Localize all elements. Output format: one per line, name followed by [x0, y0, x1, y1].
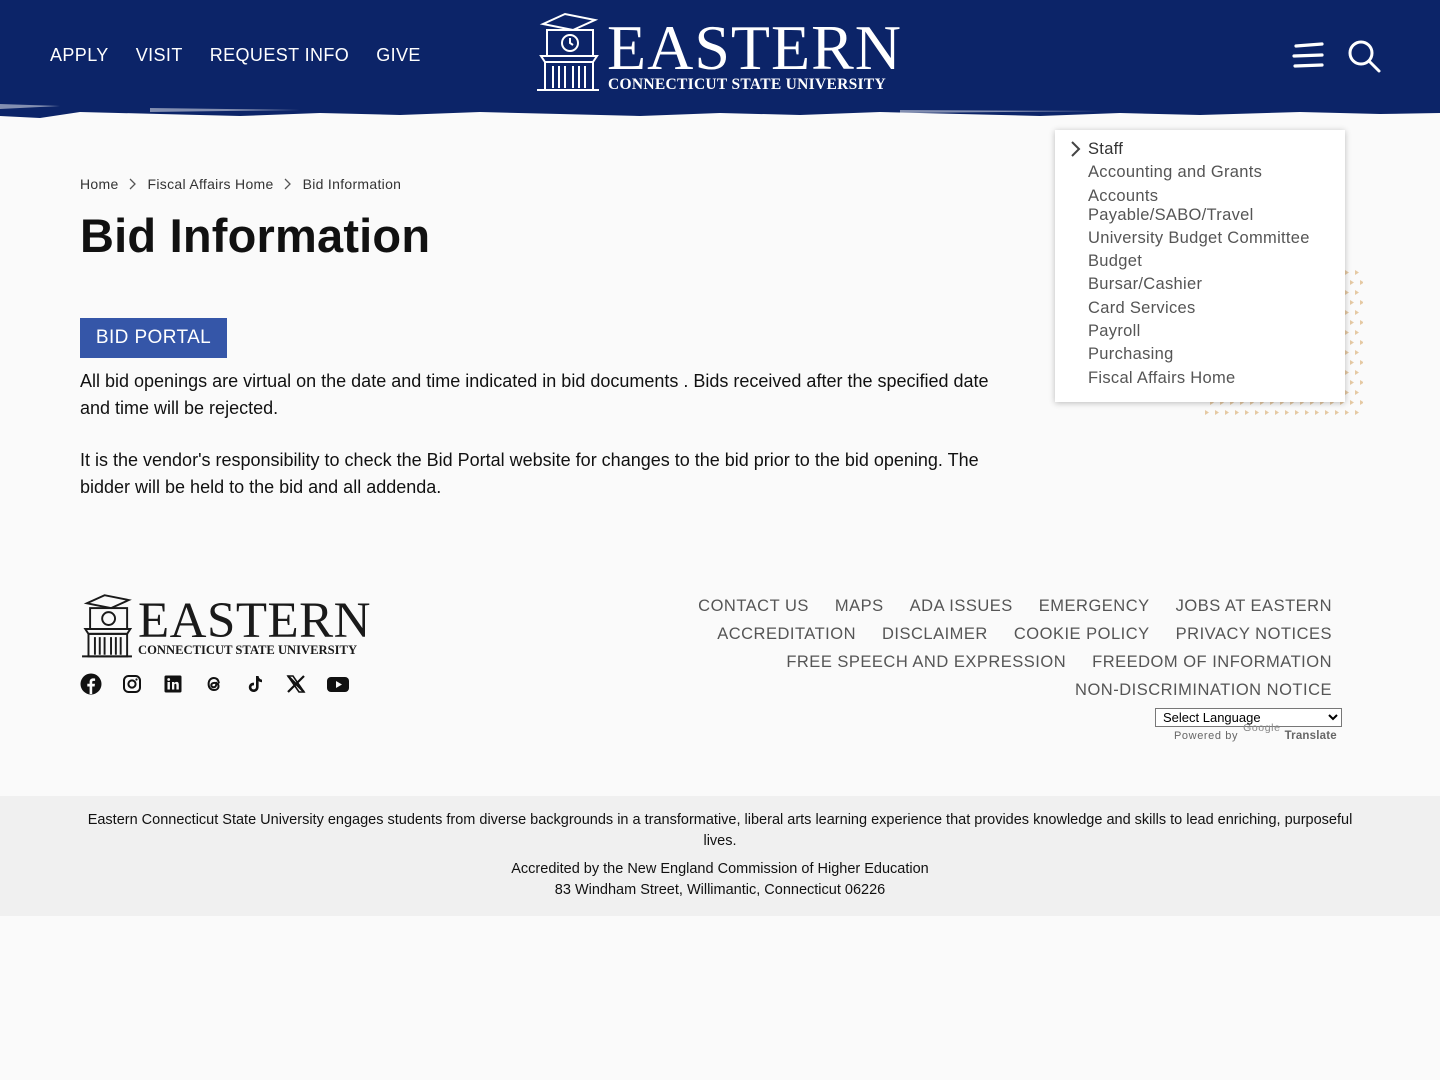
footer-link-accreditation[interactable]: ACCREDITATION: [717, 624, 856, 652]
chevron-right-icon: [129, 178, 136, 190]
footer-logo-subtitle: CONNECTICUT STATE UNIVERSITY: [138, 643, 358, 657]
page-title: Bid Information: [80, 209, 431, 262]
vendor-responsibility-paragraph: It is the vendor's responsibility to che…: [80, 450, 979, 497]
side-menu-item-accounting-grants[interactable]: Accounting and Grants: [1088, 163, 1338, 182]
logo-subtitle: CONNECTICUT STATE UNIVERSITY: [608, 76, 886, 93]
breadcrumb-current: Bid Information: [302, 176, 402, 192]
nav-visit[interactable]: VISIT: [136, 44, 183, 66]
side-menu-item-budget-committee[interactable]: University Budget Committee: [1088, 229, 1338, 248]
threads-icon[interactable]: [203, 673, 225, 695]
breadcrumb-fiscal-affairs-home[interactable]: Fiscal Affairs Home: [148, 176, 274, 192]
nav-request-info[interactable]: REQUEST INFO: [210, 44, 349, 66]
side-menu-item-accounts-payable[interactable]: Accounts Payable/SABO/Travel: [1088, 187, 1278, 225]
footer-link-emergency[interactable]: EMERGENCY: [1039, 596, 1150, 624]
footer-link-freedom-of-information[interactable]: FREEDOM OF INFORMATION: [1092, 652, 1332, 680]
facebook-icon[interactable]: [80, 673, 102, 695]
social-links: [80, 673, 367, 695]
x-icon[interactable]: [285, 673, 307, 695]
section-side-menu: Staff Accounting and Grants Accounts Pay…: [1055, 130, 1345, 402]
bid-openings-paragraph: All bid openings are virtual on the date…: [80, 371, 989, 418]
nav-apply[interactable]: APPLY: [50, 44, 109, 66]
top-nav: APPLY VISIT REQUEST INFO GIVE: [50, 44, 421, 66]
footer-links-row: NON-DISCRIMINATION NOTICE: [698, 680, 1332, 708]
youtube-icon[interactable]: [326, 673, 349, 695]
footer-link-maps[interactable]: MAPS: [835, 596, 884, 624]
footer-link-cookie-policy[interactable]: COOKIE POLICY: [1014, 624, 1150, 652]
footer-link-privacy-notices[interactable]: PRIVACY NOTICES: [1176, 624, 1332, 652]
site-logo[interactable]: EASTERN CONNECTICUT STATE UNIVERSITY: [535, 10, 901, 94]
instagram-icon[interactable]: [121, 673, 143, 695]
side-menu-item-payroll[interactable]: Payroll: [1088, 322, 1338, 341]
side-menu-item-purchasing[interactable]: Purchasing: [1088, 345, 1338, 364]
side-menu-item-bursar-cashier[interactable]: Bursar/Cashier: [1088, 275, 1338, 294]
footer-link-non-discrimination[interactable]: NON-DISCRIMINATION NOTICE: [1075, 680, 1332, 708]
clocktower-icon: [82, 594, 133, 658]
clocktower-icon: [537, 12, 599, 91]
side-menu-list: Staff Accounting and Grants Accounts Pay…: [1088, 140, 1338, 392]
footer-logo-wordmark: EASTERN: [138, 593, 371, 649]
side-menu-item-fiscal-affairs-home[interactable]: Fiscal Affairs Home: [1088, 369, 1338, 388]
footer-link-contact-us[interactable]: CONTACT US: [698, 596, 809, 624]
footer-link-jobs[interactable]: JOBS AT EASTERN: [1176, 596, 1332, 624]
hamburger-icon[interactable]: [1290, 38, 1326, 74]
footer-link-ada-issues[interactable]: ADA ISSUES: [910, 596, 1013, 624]
translate-link[interactable]: Translate: [1285, 730, 1337, 742]
linkedin-icon[interactable]: [162, 673, 184, 695]
footer-link-free-speech[interactable]: FREE SPEECH AND EXPRESSION: [786, 652, 1066, 680]
side-menu-item-card-services[interactable]: Card Services: [1088, 299, 1338, 318]
footer-links-row: ACCREDITATION DISCLAIMER COOKIE POLICY P…: [698, 624, 1332, 652]
footer-links-row: CONTACT US MAPS ADA ISSUES EMERGENCY JOB…: [698, 596, 1332, 624]
side-menu-item-staff[interactable]: Staff: [1088, 140, 1338, 159]
search-icon[interactable]: [1346, 38, 1382, 74]
chevron-right-icon: [1071, 141, 1081, 157]
chevron-right-icon: [284, 178, 291, 190]
bid-portal-button[interactable]: BID PORTAL: [80, 318, 227, 358]
mission-banner: Eastern Connecticut State University eng…: [0, 796, 1440, 916]
accreditation-statement: Accredited by the New England Commission…: [511, 861, 929, 877]
footer-links: CONTACT US MAPS ADA ISSUES EMERGENCY JOB…: [698, 596, 1332, 708]
google-translate-attribution: Powered by Google Translate: [1174, 722, 1337, 742]
footer-link-disclaimer[interactable]: DISCLAIMER: [882, 624, 988, 652]
tiktok-icon[interactable]: [244, 673, 266, 695]
footer-logo[interactable]: EASTERN CONNECTICUT STATE UNIVERSITY: [80, 592, 371, 662]
nav-give[interactable]: GIVE: [376, 44, 421, 66]
breadcrumb: Home Fiscal Affairs Home Bid Information: [80, 176, 401, 192]
logo-wordmark: EASTERN: [607, 12, 902, 83]
powered-by-label: Powered by: [1174, 730, 1239, 742]
side-menu-item-budget[interactable]: Budget: [1088, 252, 1338, 271]
google-logo: Google: [1243, 722, 1281, 734]
mission-statement: Eastern Connecticut State University eng…: [87, 812, 1353, 849]
campus-address: 83 Windham Street, Willimantic, Connecti…: [554, 882, 886, 898]
breadcrumb-home[interactable]: Home: [80, 176, 119, 192]
footer-links-row: FREE SPEECH AND EXPRESSION FREEDOM OF IN…: [698, 652, 1332, 680]
site-header: APPLY VISIT REQUEST INFO GIVE EASTERN CO…: [0, 0, 1440, 122]
